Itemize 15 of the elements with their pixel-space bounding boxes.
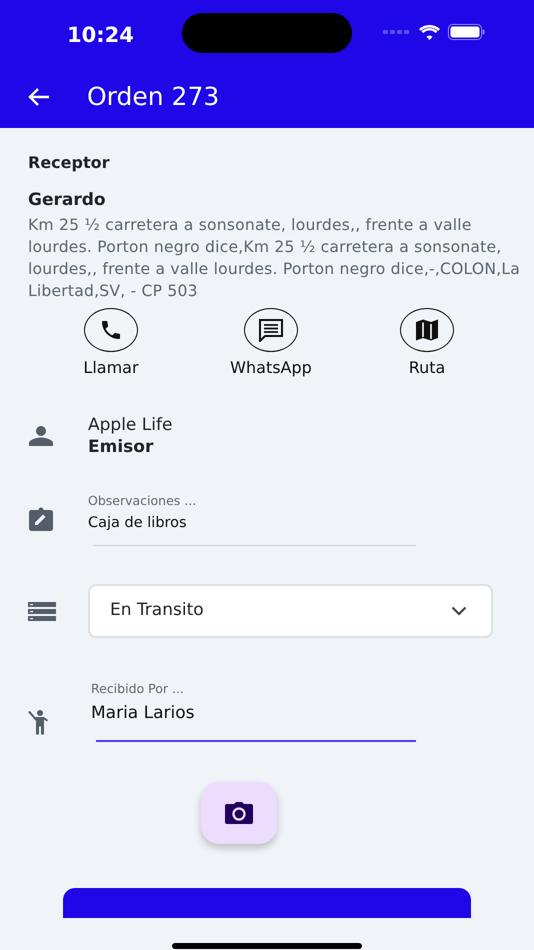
action-button[interactable]: Llamar xyxy=(51,308,171,380)
receiver-address: Km 25 ¹⁄₂ carretera a sonsonate, lourdes,, frente a valle lourdes. Porton negro dice,Km 25 ¹⁄₂ carretera a sonsonate, lourdes,, frente a valle lourdes. Porton negro dice,-,COLON,La Libertad,SV, - CP 503 xyxy=(28,214,522,302)
receiver-name: Gerardo xyxy=(28,189,107,212)
sender-label: Emisor xyxy=(88,436,154,458)
action-button[interactable]: Ruta xyxy=(367,308,487,380)
field-label: Observaciones ... xyxy=(88,492,198,510)
observations-input[interactable]: Caja de libros xyxy=(88,513,416,536)
field-label: Recibido Por ... xyxy=(91,680,185,698)
status-dropdown[interactable]: En Transito xyxy=(88,584,493,638)
section-heading: Receptor xyxy=(28,152,110,174)
received-by-input[interactable]: Maria Larios xyxy=(91,700,416,726)
status-time: 10:24 xyxy=(67,22,134,49)
action-button[interactable]: WhatsApp xyxy=(211,308,331,380)
page-title: Orden 273 xyxy=(87,80,220,113)
sender-name: Apple Life xyxy=(88,414,172,436)
